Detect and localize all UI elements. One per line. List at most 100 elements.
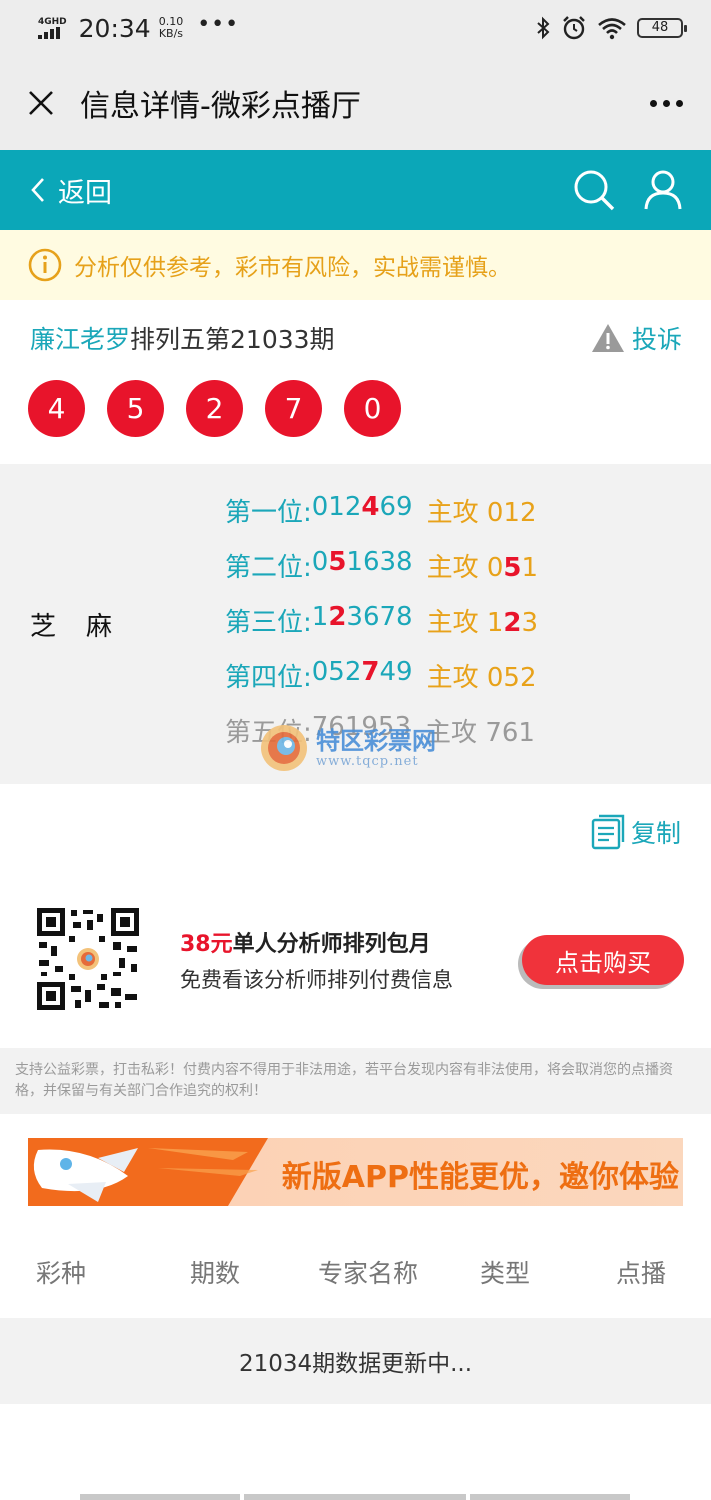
position-label: 第二位: [225, 553, 312, 583]
battery-icon: 48 [637, 18, 687, 38]
main-label: 主攻 [426, 608, 479, 638]
page-title: 信息详情-微彩点播厅 [80, 89, 361, 124]
main-label: 主攻 [426, 498, 479, 528]
number-ball: 7 [265, 380, 322, 437]
back-label: 返回 [58, 177, 112, 209]
alarm-icon [563, 16, 585, 40]
net-speed-unit: KB/s [158, 27, 184, 40]
rocket-icon [28, 1138, 268, 1206]
digits-post: 3678 [346, 602, 413, 632]
promo-title: 38元单人分析师排列包月 [180, 926, 431, 958]
copy-label: 复制 [630, 819, 681, 848]
expert-header: 廉江老罗 排列五第21033期 投诉 [30, 320, 682, 356]
watermark-url: www.tqcp.net [316, 753, 419, 769]
site-logo-icon [261, 725, 307, 771]
bottom-tab-indicator [80, 1494, 630, 1500]
table-header: 彩种 期数 专家名称 类型 点播 [0, 1240, 711, 1304]
main-post: 3 [521, 608, 539, 638]
app-title-bar: 信息详情-微彩点播厅 [0, 56, 711, 150]
digits-hit: 2 [328, 602, 347, 632]
nav-bar: 返回 [0, 150, 711, 230]
user-icon[interactable] [643, 169, 683, 211]
back-button[interactable]: 返回 [30, 171, 112, 210]
promo-title-text: 单人分析师排列包月 [232, 932, 431, 957]
number-ball: 2 [186, 380, 243, 437]
main-pre: 1 [486, 608, 504, 638]
number-ball: 4 [28, 380, 85, 437]
copy-button[interactable]: 复制 [591, 814, 681, 850]
number-ball: 5 [107, 380, 164, 437]
digits-post: 49 [379, 657, 413, 687]
number-ball: 0 [344, 380, 401, 437]
prediction-row: 第二位: 051638 主攻 051 [225, 547, 538, 602]
promo-subtitle: 免费看该分析师排列付费信息 [180, 968, 453, 992]
status-bar: 4GHD 20:34 0.10 KB/s ••• 48 [0, 0, 711, 56]
main-attack: 主攻 123 [427, 602, 538, 657]
column-header: 专家名称 [318, 1259, 419, 1288]
status-more-icon: ••• [197, 11, 240, 37]
promo-section: 38元单人分析师排列包月 免费看该分析师排列付费信息 点击购买 [0, 900, 711, 1020]
signal-icon [38, 26, 60, 39]
digits-pre: 1 [311, 602, 329, 632]
warning-icon [591, 324, 624, 352]
main-post: 1 [521, 553, 539, 583]
bluetooth-icon [537, 16, 550, 40]
digits-pre: 0 [311, 547, 329, 577]
disclaimer: 支持公益彩票，打击私彩！付费内容不得用于非法用途，若平台发现内容有非法使用，将会… [0, 1048, 711, 1114]
main-hit: 5 [503, 553, 522, 583]
digits-hit: 4 [361, 492, 380, 522]
position-digits: 123678 [312, 602, 413, 657]
update-status: 21034期数据更新中... [0, 1318, 711, 1404]
app-promo-banner[interactable]: 新版APP性能更优，邀你体验 [28, 1138, 683, 1206]
prediction-panel: 芝麻 第一位: 012469 主攻 012 第二位: 051638 主攻 051… [0, 464, 711, 784]
wifi-icon [598, 18, 626, 40]
search-icon[interactable] [573, 169, 615, 211]
main-hit: 2 [503, 608, 522, 638]
banner-text: 新版APP性能更优，邀你体验 [281, 1160, 679, 1195]
prediction-row: 第一位: 012469 主攻 012 [225, 492, 538, 547]
complain-label: 投诉 [631, 325, 682, 354]
main-attack: 主攻 051 [427, 547, 538, 602]
main-pre: 052 [486, 663, 537, 693]
promo-price: 38元 [180, 932, 233, 957]
buy-button[interactable]: 点击购买 [522, 935, 684, 985]
prediction-label: 芝麻 [30, 612, 143, 642]
prediction-row: 第三位: 123678 主攻 123 [225, 602, 538, 657]
chevron-left-icon [31, 178, 44, 202]
more-icon[interactable] [650, 99, 683, 107]
main-attack: 主攻 012 [427, 492, 537, 547]
main-label: 主攻 [426, 553, 479, 583]
main-pre: 012 [486, 498, 537, 528]
complain-button[interactable]: 投诉 [590, 320, 682, 356]
column-header: 期数 [190, 1259, 241, 1288]
close-icon[interactable] [28, 90, 54, 116]
notice-text: 分析仅供参考，彩市有风险，实战需谨慎。 [74, 255, 511, 281]
watermark: 特区彩票网 www.tqcp.net [258, 722, 436, 774]
network-type: 4GHD [38, 16, 67, 27]
expert-name[interactable]: 廉江老罗 [30, 320, 130, 356]
position-label: 第一位: [225, 498, 312, 528]
clock: 20:34 [78, 13, 151, 43]
column-header: 彩种 [36, 1259, 87, 1288]
risk-notice: 分析仅供参考，彩市有风险，实战需谨慎。 [0, 230, 711, 300]
digits-hit: 5 [328, 547, 347, 577]
position-digits: 012469 [312, 492, 413, 547]
draw-numbers: 4 5 2 7 0 [28, 380, 401, 437]
main-label: 主攻 [426, 663, 479, 693]
main-attack: 主攻 052 [427, 657, 537, 712]
main-pre: 761 [485, 718, 535, 748]
copy-icon [591, 814, 625, 850]
digits-post: 69 [379, 492, 413, 522]
info-icon [28, 248, 62, 282]
column-header: 点播 [616, 1259, 667, 1288]
digits-post: 1638 [346, 547, 413, 577]
position-digits: 052749 [312, 657, 413, 712]
digits-pre: 052 [311, 657, 362, 687]
network-indicator: 4GHD [38, 16, 67, 39]
digits-pre: 012 [311, 492, 362, 522]
net-speed: 0.10 KB/s [159, 16, 184, 40]
watermark-text: 特区彩票网 [316, 726, 436, 755]
prediction-row: 第四位: 052749 主攻 052 [225, 657, 538, 712]
position-label: 第三位: [225, 608, 312, 638]
main-attack: 主攻 761 [425, 712, 535, 767]
